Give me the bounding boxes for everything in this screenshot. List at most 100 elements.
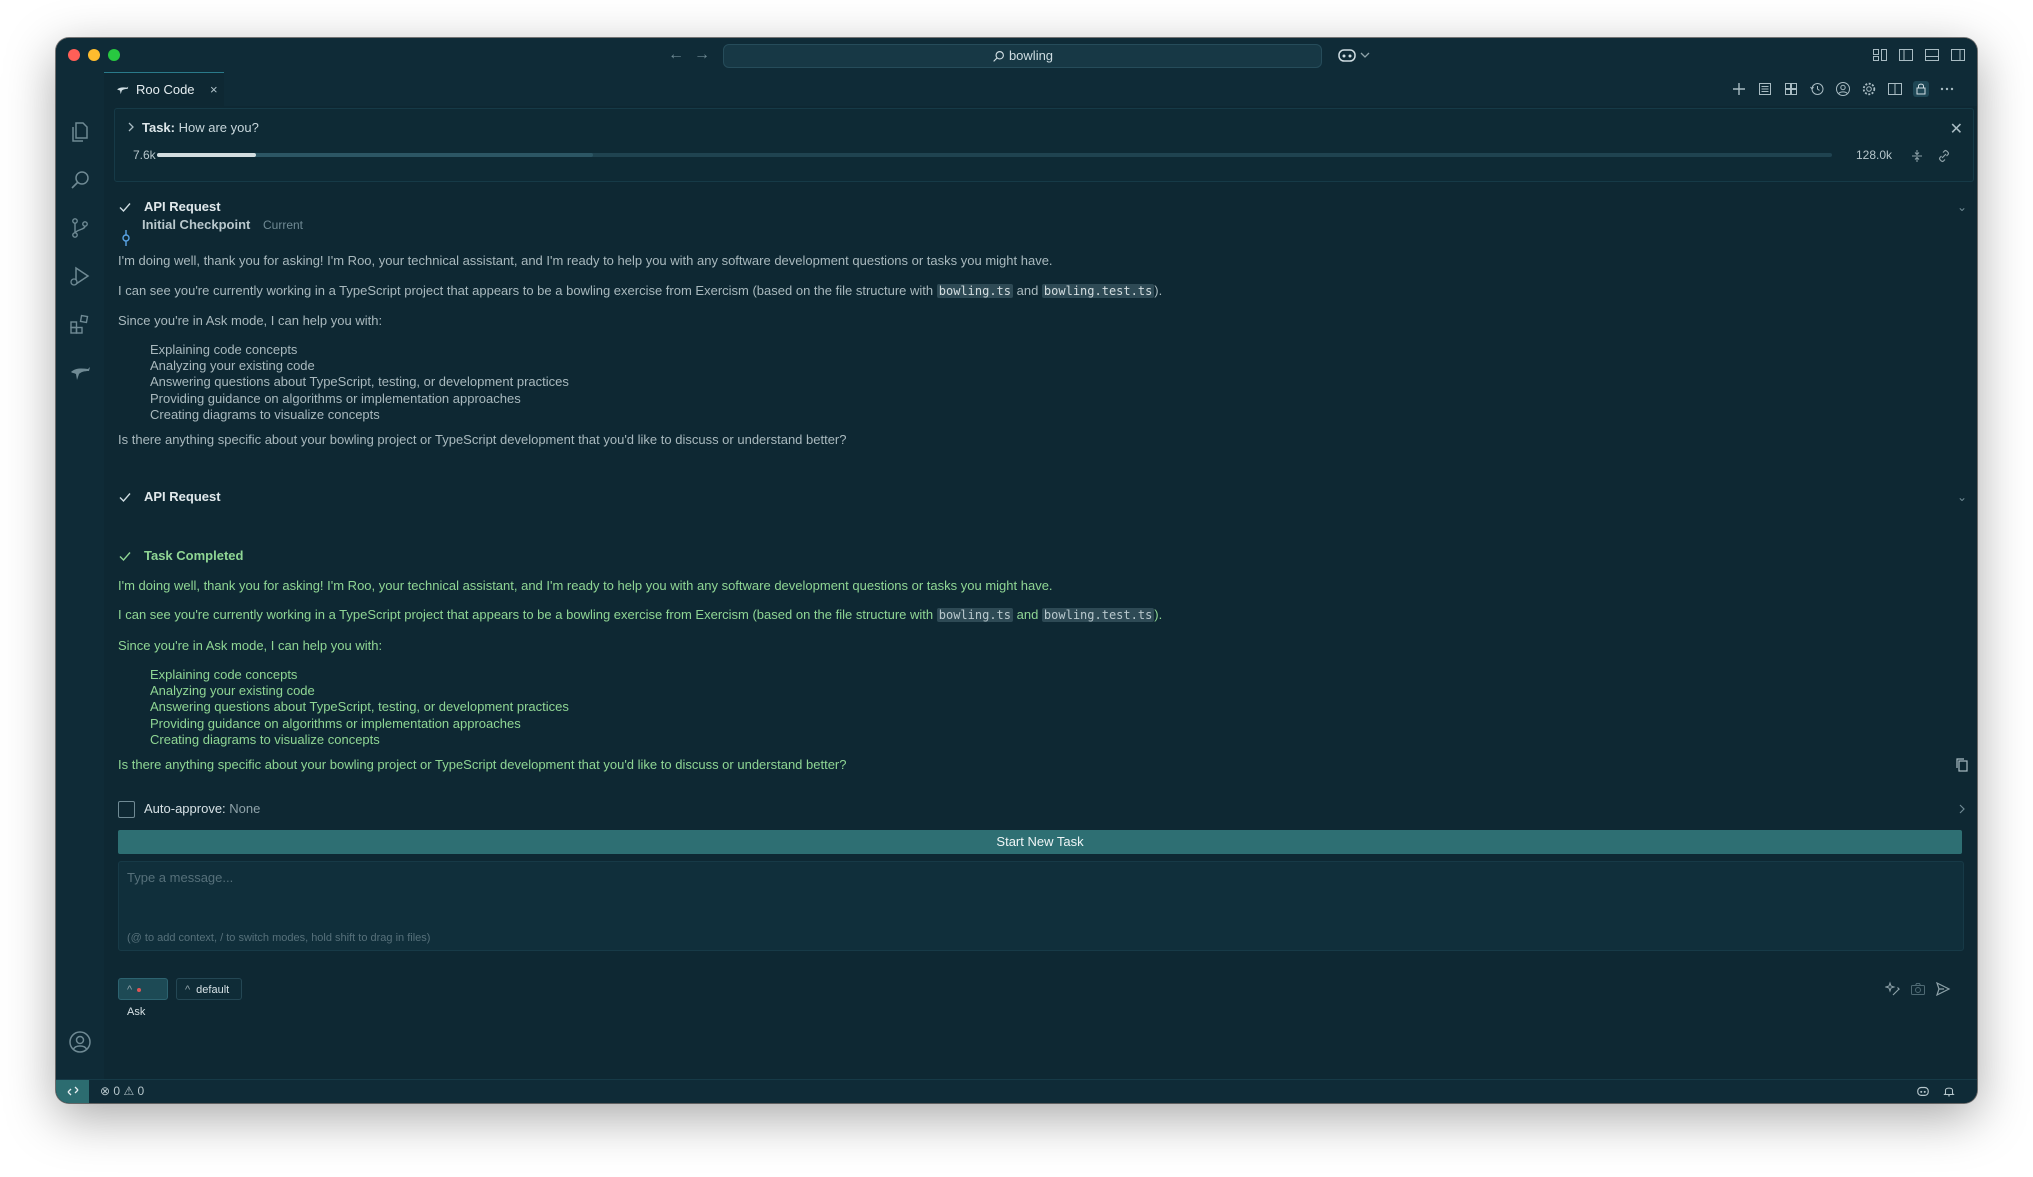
source-control-icon[interactable] (68, 216, 92, 240)
input-hint: (@ to add context, / to switch modes, ho… (127, 932, 431, 944)
response-paragraph: I'm doing well, thank you for asking! I'… (118, 253, 1053, 268)
minimize-window-button[interactable] (88, 49, 100, 61)
file-reference[interactable]: bowling.test.ts (1041, 284, 1155, 298)
chevron-right-icon[interactable] (1957, 804, 1967, 814)
copilot-icon[interactable] (1337, 46, 1377, 64)
history-icon[interactable] (1809, 81, 1825, 97)
search-text: bowling (1008, 48, 1054, 63)
api-config-selector[interactable]: ^ default (176, 978, 242, 1000)
text-segment: I can see you're currently working in a … (118, 283, 937, 298)
task-text: How are you? (178, 120, 259, 135)
file-reference[interactable]: bowling.ts (936, 608, 1013, 622)
toggle-secondary-sidebar-icon[interactable] (1950, 47, 1966, 63)
check-icon (119, 203, 131, 213)
api-request-header[interactable]: API Request (144, 199, 221, 214)
more-actions-icon[interactable] (1939, 81, 1955, 97)
send-icon[interactable] (1935, 981, 1951, 997)
checkpoint-label: Initial Checkpoint (142, 217, 251, 232)
text-segment: ). (1154, 283, 1163, 298)
completion-paragraph: I can see you're currently working in a … (118, 607, 1162, 622)
checkpoint-status: Current (263, 218, 304, 232)
completion-paragraph: Since you're in Ask mode, I can help you… (118, 638, 383, 653)
toggle-primary-sidebar-icon[interactable] (1898, 47, 1914, 63)
error-count: 0 (113, 1084, 121, 1098)
editor-tab-bar: Roo Code × (104, 72, 1977, 107)
list-item: Providing guidance on algorithms or impl… (150, 715, 521, 731)
problems-indicator[interactable]: ⊗ 0 ⚠ 0 (100, 1084, 144, 1098)
auto-approve-label: Auto-approve: None (144, 801, 260, 816)
share-link-icon[interactable] (1937, 149, 1951, 163)
search-icon (993, 51, 1004, 62)
text-segment: ). (1154, 607, 1163, 622)
forward-arrow-icon[interactable]: → (694, 45, 710, 65)
new-task-plus-icon[interactable] (1731, 81, 1747, 97)
remote-indicator[interactable] (56, 1080, 89, 1103)
chevron-down-icon[interactable]: ⌄ (1957, 200, 1967, 214)
camera-icon[interactable] (1910, 981, 1926, 997)
start-new-task-button[interactable]: Start New Task (118, 830, 1962, 854)
list-item: Creating diagrams to visualize concepts (150, 731, 380, 747)
capability-list: Explaining code concepts Analyzing your … (150, 667, 569, 748)
auto-approve-title: Auto-approve: (144, 801, 226, 816)
enhance-prompt-sparkle-icon[interactable] (1885, 981, 1901, 997)
lock-icon[interactable] (1913, 81, 1929, 97)
mode-dot-icon (137, 988, 142, 993)
api-request-header[interactable]: API Request (144, 489, 221, 504)
notifications-bell-icon[interactable] (1942, 1084, 1956, 1098)
response-paragraph: Since you're in Ask mode, I can help you… (118, 313, 383, 328)
settings-gear-icon[interactable] (1861, 81, 1877, 97)
response-paragraph: Is there anything specific about your bo… (118, 432, 847, 447)
file-reference[interactable]: bowling.ts (936, 284, 1013, 298)
config-caret: ^ (185, 984, 191, 996)
message-placeholder: Type a message... (127, 870, 234, 885)
toggle-panel-icon[interactable] (1924, 47, 1940, 63)
split-editor-icon[interactable] (1887, 81, 1903, 97)
copy-icon[interactable] (1955, 757, 1969, 773)
chevron-down-icon[interactable]: ⌄ (1957, 490, 1967, 504)
maximize-window-button[interactable] (108, 49, 120, 61)
task-completed-header: Task Completed (144, 548, 244, 563)
check-icon (119, 552, 131, 562)
mcp-servers-icon[interactable] (1783, 81, 1799, 97)
task-header[interactable]: Task: How are you? ✕ 7.6k 128.0k (114, 108, 1974, 182)
close-window-button[interactable] (68, 49, 80, 61)
tab-close-icon[interactable]: × (210, 82, 218, 97)
customize-layout-icon[interactable] (1872, 47, 1888, 63)
list-item: Answering questions about TypeScript, te… (150, 699, 569, 715)
tab-label: Roo Code (136, 82, 195, 97)
mode-selector[interactable]: ^ Ask (118, 978, 168, 1018)
run-debug-icon[interactable] (68, 264, 92, 288)
roo-kangaroo-icon (117, 86, 129, 95)
prompts-icon[interactable] (1757, 81, 1773, 97)
vscode-window: ← → bowling Roo Code × Task: How are you… (56, 38, 1977, 1103)
message-input[interactable]: Type a message... (@ to add context, / t… (118, 861, 1964, 951)
accounts-icon[interactable] (68, 1030, 92, 1054)
account-circle-icon[interactable] (1835, 81, 1851, 97)
explorer-files-icon[interactable] (68, 120, 92, 144)
list-item: Analyzing your existing code (150, 683, 315, 699)
search-view-icon[interactable] (68, 168, 92, 192)
copilot-status-icon[interactable] (1916, 1084, 1930, 1098)
config-label: default (196, 984, 230, 996)
auto-approve-checkbox[interactable] (118, 801, 135, 818)
tokens-max: 128.0k (1856, 148, 1893, 162)
tab-roo-code[interactable]: Roo Code × (104, 72, 224, 107)
close-task-icon[interactable]: ✕ (1950, 119, 1963, 139)
mode-caret: ^ (127, 984, 133, 996)
text-segment: and (1013, 283, 1042, 298)
list-item: Providing guidance on algorithms or impl… (150, 390, 521, 406)
command-center-search[interactable]: bowling (723, 44, 1322, 68)
condense-context-icon[interactable] (1910, 149, 1924, 163)
tokens-used: 7.6k (133, 148, 156, 162)
extensions-icon[interactable] (68, 312, 92, 336)
list-item: Creating diagrams to visualize concepts (150, 406, 380, 422)
chevron-right-icon[interactable] (125, 121, 137, 133)
check-icon (119, 493, 131, 503)
roo-code-kangaroo-icon[interactable] (68, 360, 92, 384)
file-reference[interactable]: bowling.test.ts (1041, 608, 1155, 622)
completion-paragraph: Is there anything specific about your bo… (118, 757, 847, 772)
text-segment: I can see you're currently working in a … (118, 607, 937, 622)
capability-list: Explaining code concepts Analyzing your … (150, 342, 569, 423)
status-bar: ⊗ 0 ⚠ 0 (56, 1079, 1977, 1103)
back-arrow-icon[interactable]: ← (668, 45, 684, 65)
